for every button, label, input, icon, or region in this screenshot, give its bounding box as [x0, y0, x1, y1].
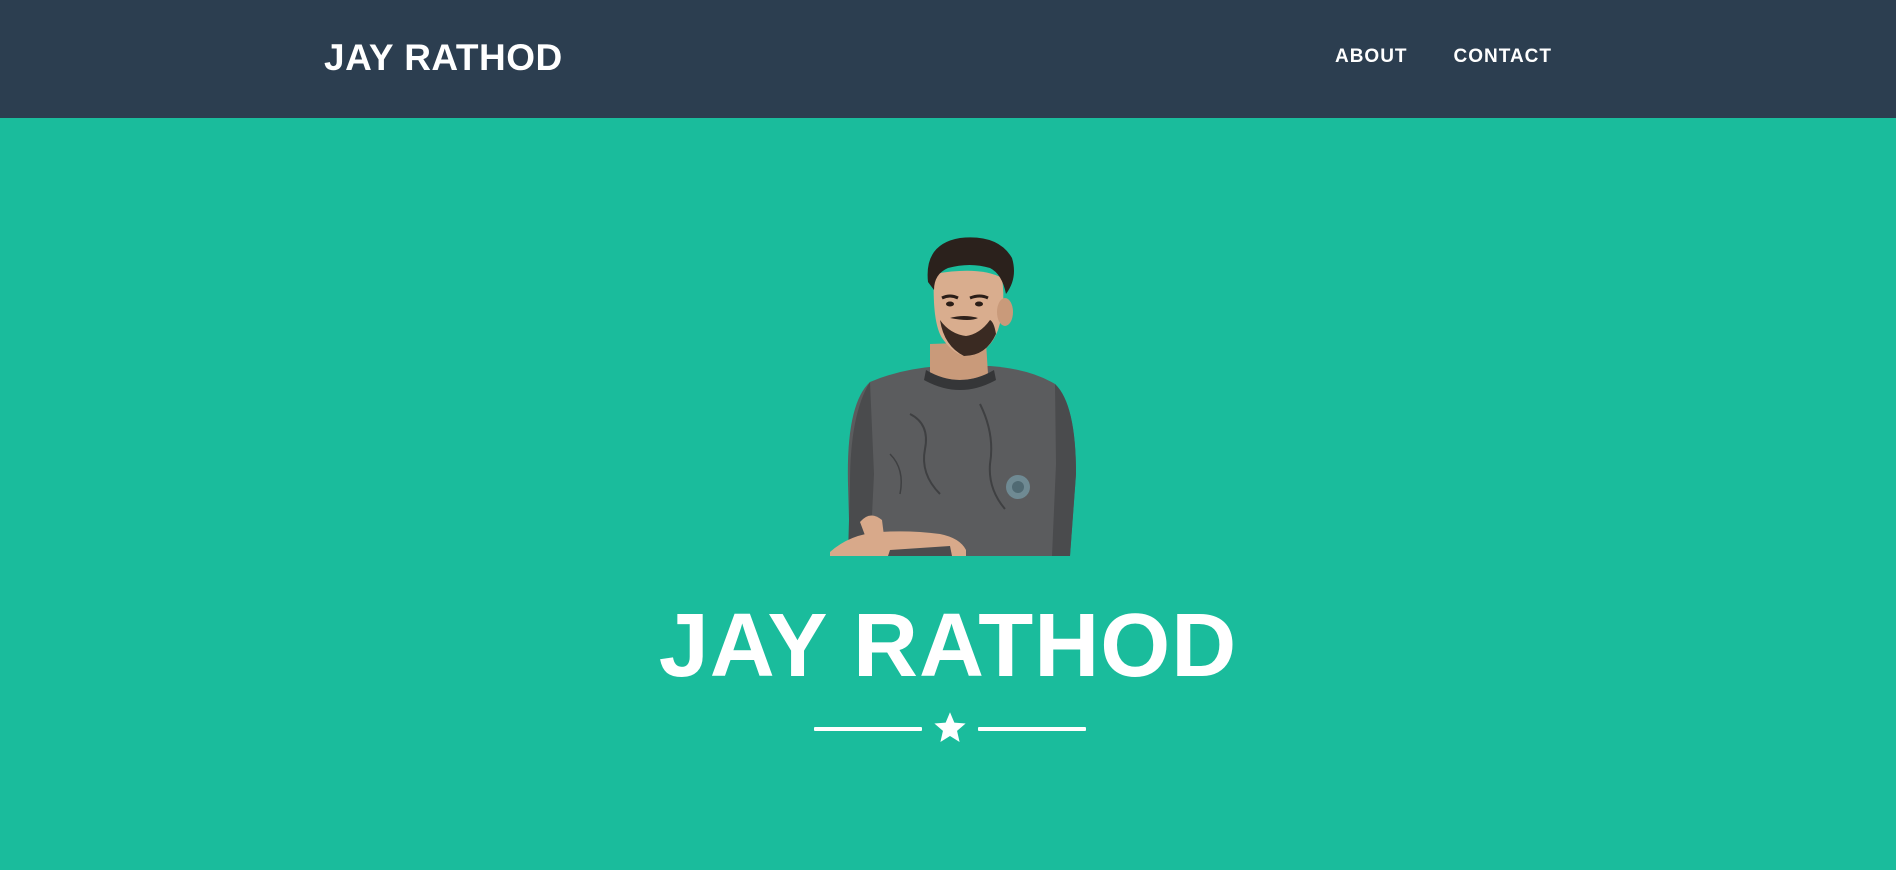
divider-line-right — [978, 727, 1086, 731]
avatar — [830, 234, 1096, 556]
masthead-heading: JAY RATHOD — [658, 596, 1238, 696]
nav-link-contact[interactable]: CONTACT — [1454, 44, 1552, 70]
portrait-photo — [830, 237, 1076, 556]
star-icon — [934, 712, 966, 742]
divider-line-left — [814, 727, 922, 731]
brand-link[interactable]: JAY RATHOD — [324, 36, 563, 80]
star-divider — [814, 710, 1086, 750]
navbar: JAY RATHOD ABOUT CONTACT — [0, 0, 1896, 118]
nav-links: ABOUT CONTACT — [1335, 44, 1552, 70]
nav-link-about[interactable]: ABOUT — [1335, 44, 1408, 70]
